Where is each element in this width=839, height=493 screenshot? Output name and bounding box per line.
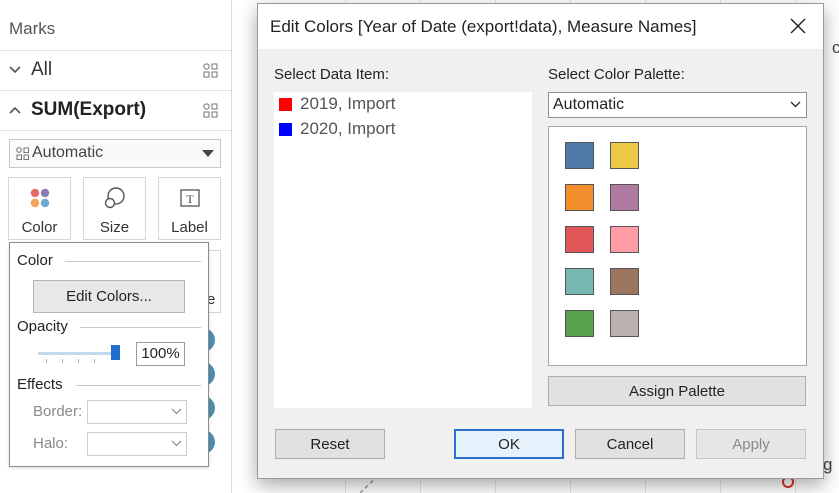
palette-swatch[interactable] <box>565 310 594 337</box>
close-icon[interactable] <box>785 13 811 39</box>
palette-swatch[interactable] <box>610 310 639 337</box>
assign-palette-button[interactable]: Assign Palette <box>548 376 806 406</box>
list-item-label: 2019, Import <box>300 94 396 113</box>
edit-colors-button[interactable]: Edit Colors... <box>33 280 185 313</box>
automatic-mark-icon <box>16 147 29 160</box>
slider-tick <box>62 359 63 363</box>
size-icon <box>104 187 125 209</box>
size-button[interactable]: Size <box>83 177 146 240</box>
slider-tick <box>46 359 47 363</box>
mark-type-dropdown[interactable]: Automatic <box>9 139 221 168</box>
svg-text:T: T <box>186 192 194 206</box>
mark-type-value: Automatic <box>32 144 104 161</box>
slider-tick <box>78 359 79 363</box>
multiple-marks-icon[interactable] <box>203 63 218 78</box>
opacity-slider[interactable] <box>38 345 120 363</box>
dropdown-arrow-icon <box>202 150 214 157</box>
color-swatch <box>279 123 292 136</box>
palette-swatch[interactable] <box>610 184 639 211</box>
opacity-section-heading: Opacity <box>17 318 68 335</box>
edit-colors-dialog: Edit Colors [Year of Date (export!data),… <box>257 3 824 479</box>
label-text-icon: T <box>180 189 200 207</box>
chevron-down-icon <box>171 440 182 447</box>
list-item[interactable]: 2020, Import <box>279 118 519 140</box>
color-section-heading: Color <box>17 252 53 269</box>
color-button[interactable]: Color <box>8 177 71 240</box>
ok-button[interactable]: OK <box>454 429 564 459</box>
halo-label: Halo: <box>33 435 69 452</box>
list-item[interactable]: 2019, Import <box>279 93 519 115</box>
select-color-palette-label: Select Color Palette: <box>548 66 685 83</box>
divider <box>0 130 231 131</box>
color-button-label: Color <box>21 219 58 236</box>
color-swatch <box>279 98 292 111</box>
palette-swatch[interactable] <box>565 226 594 253</box>
palette-swatch[interactable] <box>610 268 639 295</box>
divider <box>65 261 201 262</box>
palette-dropdown-value: Automatic <box>553 96 625 113</box>
label-button[interactable]: T Label <box>158 177 221 240</box>
marks-card-sum-export-label[interactable]: SUM(Export) <box>31 99 146 121</box>
apply-button[interactable]: Apply <box>696 429 806 459</box>
multiple-marks-icon[interactable] <box>203 103 218 118</box>
chevron-down-icon <box>790 101 801 108</box>
divider <box>76 385 201 386</box>
palette-swatch[interactable] <box>610 142 639 169</box>
border-dropdown[interactable] <box>87 400 187 424</box>
chevron-up-icon[interactable] <box>9 105 21 115</box>
color-popover: Color Edit Colors... Opacity 100% Effect… <box>9 242 209 467</box>
chart-edge-text: g <box>823 455 833 474</box>
color-palette-icon <box>30 188 50 208</box>
opacity-input[interactable]: 100% <box>136 342 185 366</box>
cancel-button[interactable]: Cancel <box>575 429 685 459</box>
chevron-down-icon[interactable] <box>9 65 21 75</box>
size-button-label: Size <box>99 219 130 236</box>
select-data-item-label: Select Data Item: <box>274 66 390 83</box>
label-button-label: Label <box>171 219 208 236</box>
divider <box>80 327 201 328</box>
palette-dropdown[interactable]: Automatic <box>548 92 807 118</box>
palette-swatch[interactable] <box>565 268 594 295</box>
halo-dropdown[interactable] <box>87 432 187 456</box>
palette-swatch[interactable] <box>565 142 594 169</box>
chart-edge-text: c <box>832 38 839 57</box>
slider-tick <box>94 359 95 363</box>
palette-swatch[interactable] <box>610 226 639 253</box>
chevron-down-icon <box>171 408 182 415</box>
palette-swatch-grid <box>548 126 807 366</box>
effects-section-heading: Effects <box>17 376 63 393</box>
palette-swatch[interactable] <box>565 184 594 211</box>
data-item-list[interactable]: 2019, Import 2020, Import <box>274 92 532 408</box>
dialog-title: Edit Colors [Year of Date (export!data),… <box>270 17 697 36</box>
list-item-label: 2020, Import <box>300 119 396 138</box>
border-label: Border: <box>33 403 83 420</box>
reset-button[interactable]: Reset <box>275 429 385 459</box>
slider-thumb[interactable] <box>111 345 120 360</box>
marks-card-all-label[interactable]: All <box>31 59 52 81</box>
slider-fill <box>38 352 118 355</box>
marks-title: Marks <box>9 19 56 38</box>
